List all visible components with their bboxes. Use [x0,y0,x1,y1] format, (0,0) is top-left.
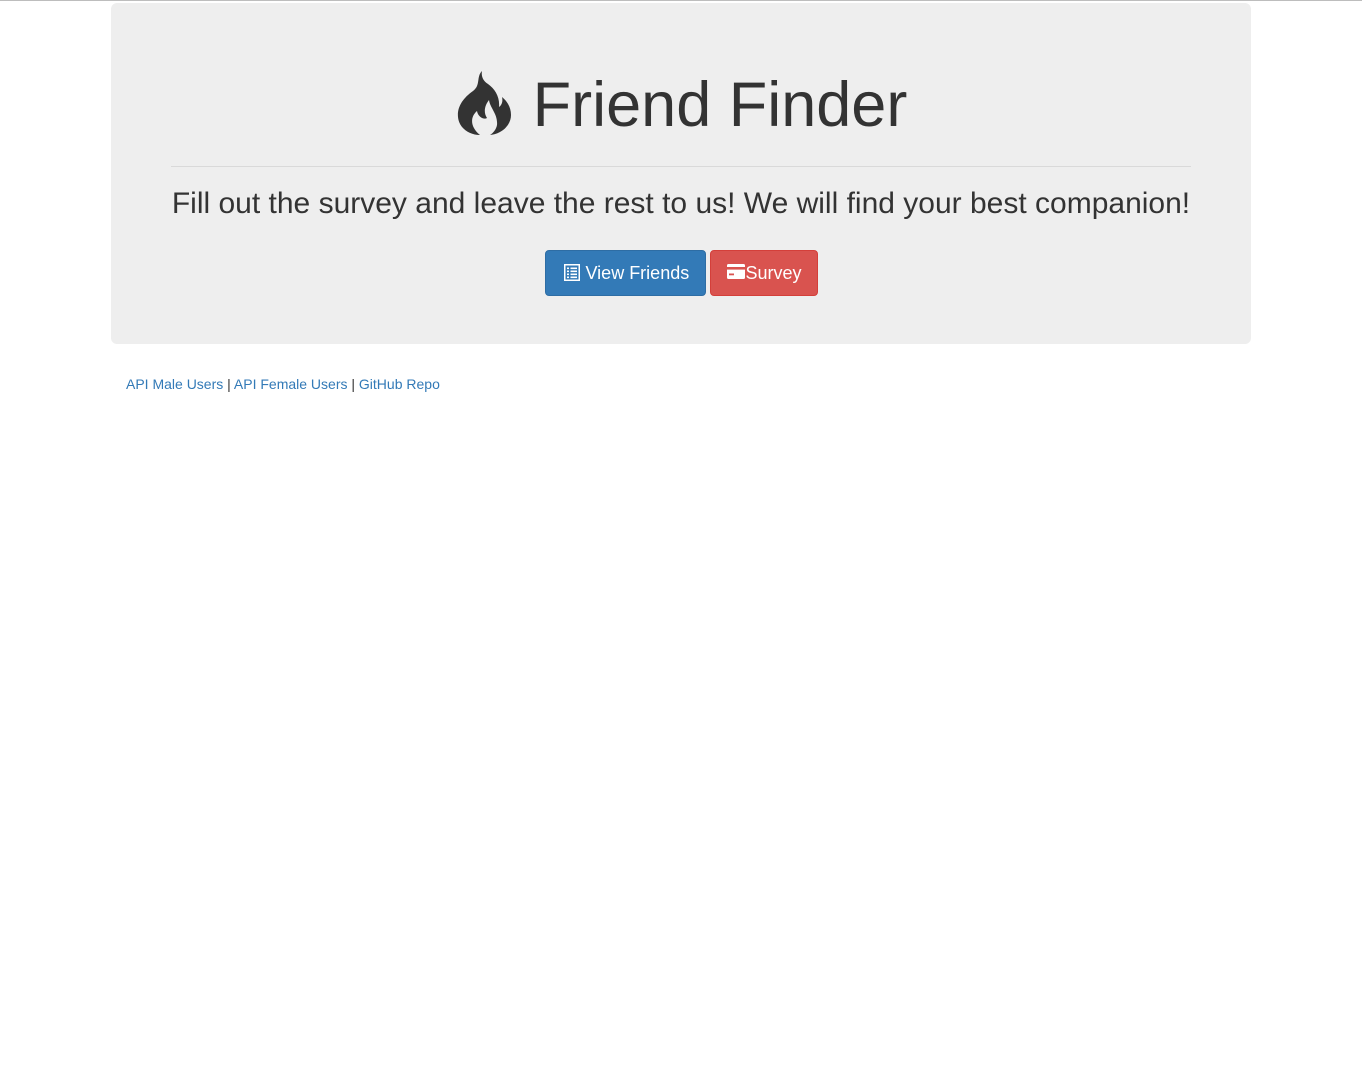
jumbotron: Friend Finder Fill out the survey and le… [111,3,1251,344]
view-friends-label: View Friends [585,262,690,283]
view-friends-button[interactable]: View Friends [544,250,706,296]
footer-separator: | [227,376,231,392]
divider [171,166,1191,167]
subtitle: Fill out the survey and leave the rest t… [171,187,1191,220]
survey-label: Survey [745,262,802,283]
page-title-text: Friend Finder [532,70,908,140]
credit-card-icon [726,263,745,279]
footer-links: API Male Users | API Female Users | GitH… [126,375,440,393]
page-title: Friend Finder [111,65,1251,145]
action-buttons: View Friends Survey [111,250,1251,296]
github-repo-link[interactable]: GitHub Repo [359,376,440,392]
footer-separator: | [351,376,356,392]
flame-icon [457,71,511,135]
api-female-users-link[interactable]: API Female Users [234,376,348,392]
survey-button[interactable]: Survey [709,250,818,296]
list-icon [563,263,580,281]
api-male-users-link[interactable]: API Male Users [126,376,223,392]
